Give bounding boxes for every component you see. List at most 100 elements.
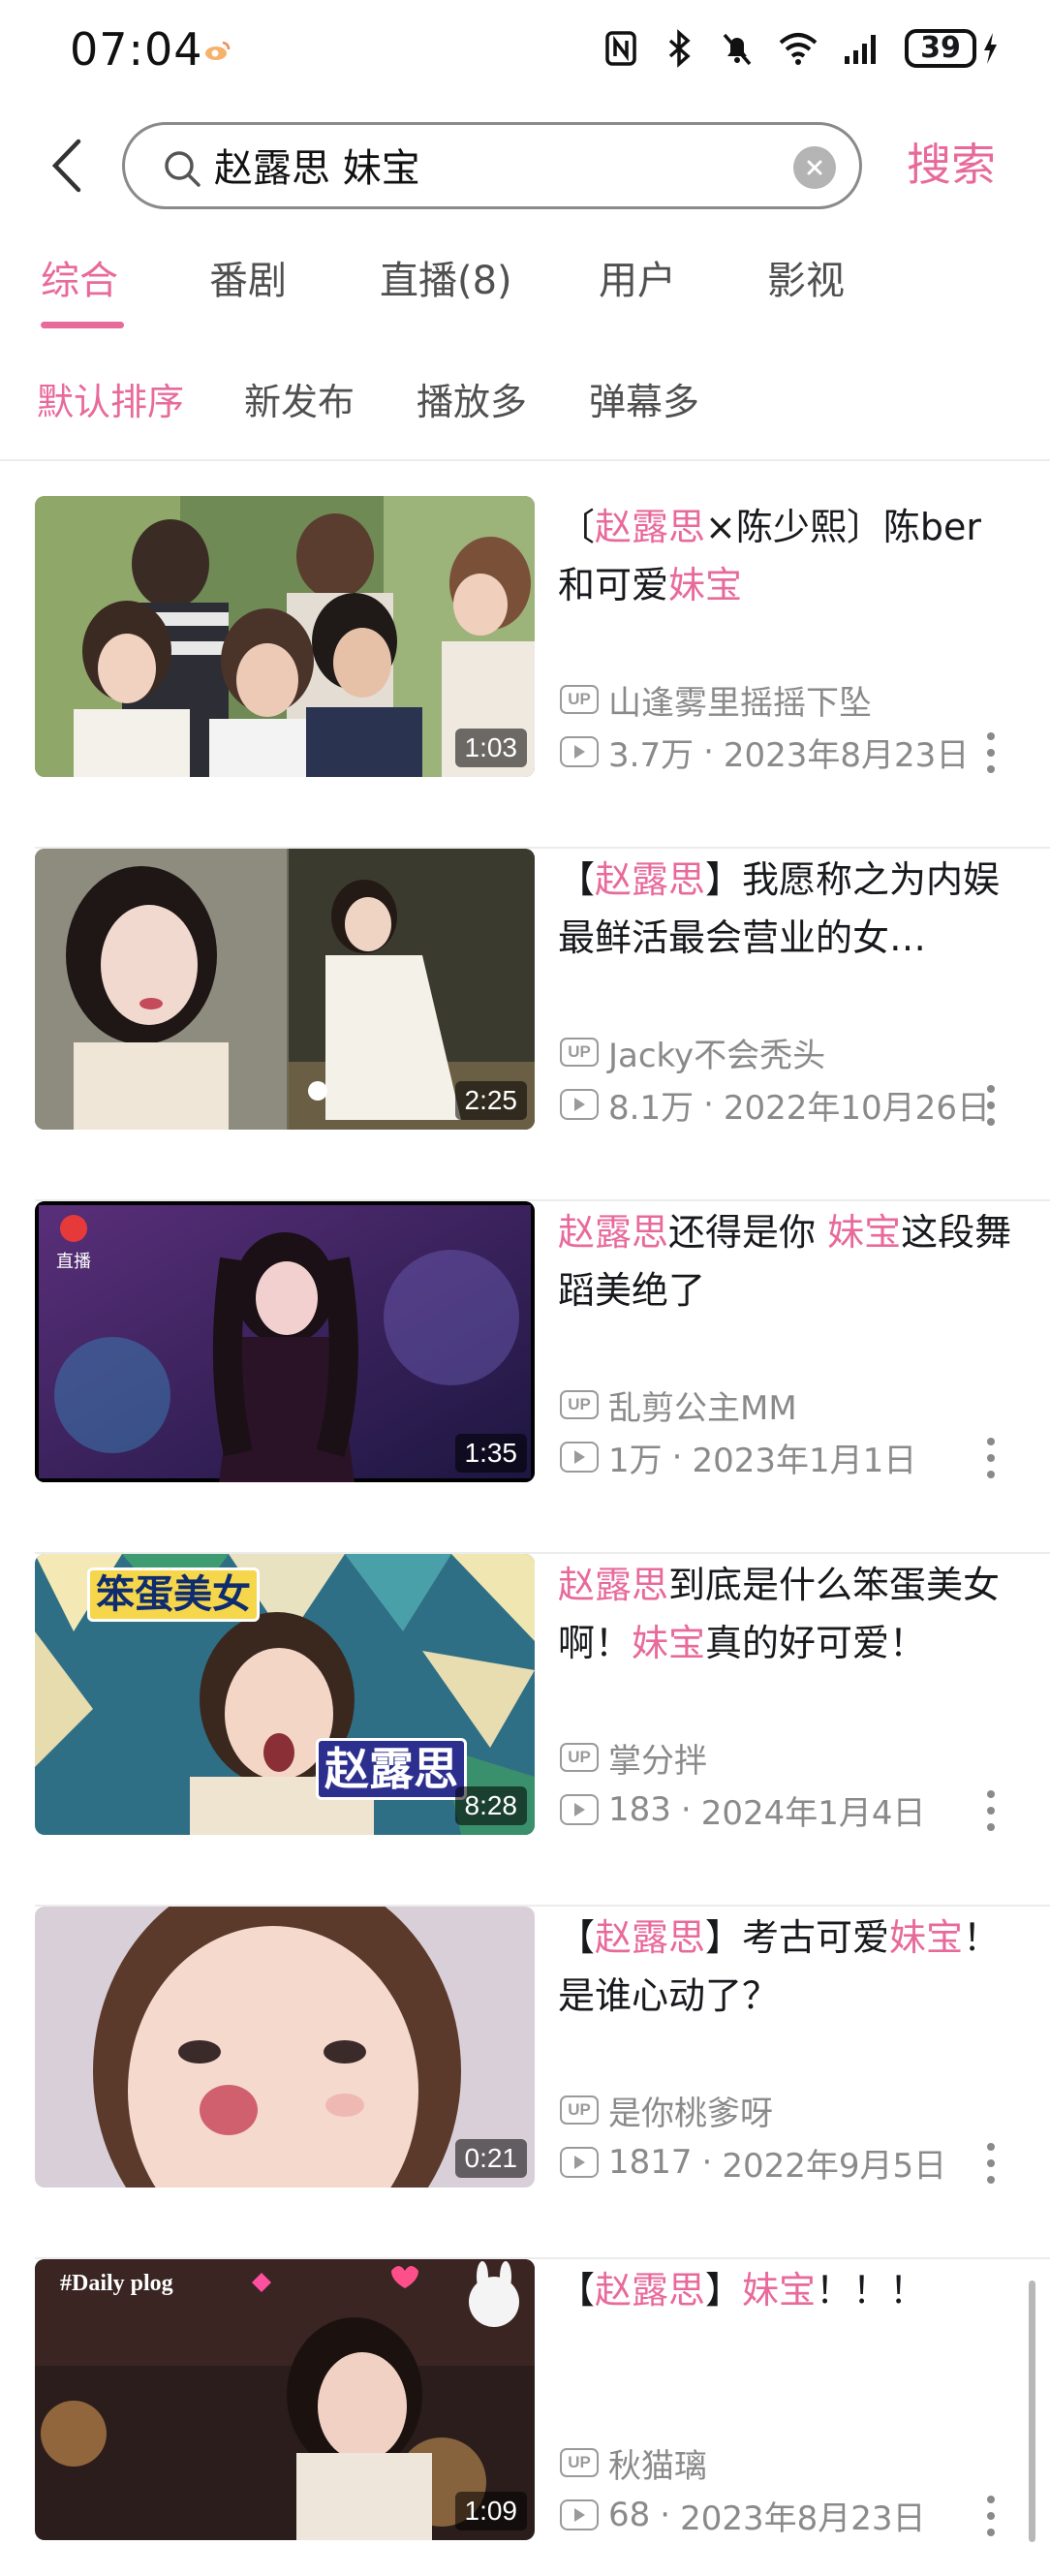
title-highlight: 妹宝	[668, 564, 743, 606]
wifi-icon	[779, 33, 818, 65]
uploader-name[interactable]: 乱剪公主MM	[608, 1381, 797, 1429]
video-duration: 0:21	[454, 2139, 527, 2178]
publish-date: 2023年1月1日	[692, 1441, 917, 1480]
play-count-icon	[560, 2499, 599, 2530]
video-thumbnail[interactable]: #Daily plog 1:09	[35, 2259, 535, 2540]
up-badge-icon: UP	[560, 1743, 599, 1772]
view-count: 3.7万	[608, 735, 695, 775]
clear-icon[interactable]	[793, 146, 836, 189]
result-item[interactable]: 1:03 〔赵露思×陈少熙〕陈ber和可爱妹宝 UP 山逢雾里摇摇下坠 3.7万…	[0, 496, 1050, 849]
battery-level: 39	[905, 29, 976, 68]
uploader-row[interactable]: UP 是你桃爹呀	[560, 2087, 773, 2134]
view-count: 68	[608, 2496, 651, 2534]
meta-separator: ·	[703, 1085, 714, 1124]
status-icons: 39	[602, 29, 1000, 68]
result-item[interactable]: 2:25 【赵露思】我愿称之为内娱最鲜活最会营业的女… UP Jacky不会秃头…	[0, 849, 1050, 1201]
result-item[interactable]: 0:21 【赵露思】考古可爱妹宝！是谁心动了？ UP 是你桃爹呀 1817 · …	[0, 1907, 1050, 2259]
thumbnail-caption: 赵露思	[316, 1738, 467, 1800]
tab-film[interactable]: 影视	[767, 254, 845, 308]
video-title[interactable]: 赵露思还得是你 妹宝这段舞蹈美绝了	[558, 1203, 1015, 1319]
uploader-name[interactable]: 是你桃爹呀	[608, 2087, 773, 2134]
more-options-icon[interactable]	[984, 2496, 998, 2536]
title-highlight: 妹宝	[889, 1916, 964, 1959]
more-options-icon[interactable]	[984, 732, 998, 773]
sort-most-danmaku[interactable]: 弹幕多	[589, 376, 699, 428]
publish-date: 2024年1月4日	[700, 1793, 926, 1833]
stats-row: 68 · 2023年8月23日	[560, 2494, 926, 2538]
meta-separator: ·	[680, 1790, 692, 1829]
uploader-row[interactable]: UP 乱剪公主MM	[560, 1381, 797, 1429]
video-thumbnail[interactable]: 笨蛋美女 赵露思 8:28	[35, 1554, 535, 1835]
signal-icon	[845, 35, 876, 64]
battery-icon: 39	[905, 29, 1000, 68]
title-highlight: 妹宝	[742, 2269, 817, 2312]
stats-row: 1817 · 2022年9月5日	[560, 2141, 946, 2186]
uploader-name[interactable]: 山逢雾里摇摇下坠	[608, 676, 872, 724]
video-thumbnail[interactable]: 1:03	[35, 496, 535, 777]
sort-most-played[interactable]: 播放多	[417, 376, 527, 428]
video-thumbnail[interactable]: 2:25	[35, 849, 535, 1130]
scrollbar[interactable]	[1029, 2281, 1035, 2542]
tab-all[interactable]: 综合	[41, 254, 118, 308]
status-bar: 07:04 39	[0, 0, 1050, 107]
title-highlight: 赵露思	[558, 1211, 669, 1254]
meta-separator: ·	[671, 1438, 683, 1476]
play-count-icon	[560, 1794, 599, 1825]
title-text: 〔	[558, 506, 596, 548]
view-count: 8.1万	[608, 1088, 695, 1128]
title-highlight: 妹宝	[827, 1211, 902, 1254]
up-badge-icon: UP	[560, 685, 599, 714]
tab-anime[interactable]: 番剧	[209, 254, 287, 308]
uploader-row[interactable]: UP 秋猫璃	[560, 2439, 707, 2487]
view-count: 1万	[608, 1441, 663, 1480]
uploader-row[interactable]: UP Jacky不会秃头	[560, 1029, 825, 1076]
title-text: 【	[558, 2269, 596, 2312]
video-title[interactable]: 赵露思到底是什么笨蛋美女啊！妹宝真的好可爱！	[558, 1556, 1015, 1672]
result-item[interactable]: 笨蛋美女 赵露思 8:28 赵露思到底是什么笨蛋美女啊！妹宝真的好可爱！ UP …	[0, 1554, 1050, 1907]
uploader-name[interactable]: 秋猫璃	[608, 2439, 707, 2487]
up-badge-icon: UP	[560, 2448, 599, 2477]
sort-options: 默认排序 新发布 播放多 弹幕多	[0, 376, 1050, 434]
more-options-icon[interactable]	[984, 1790, 998, 1831]
sort-newest[interactable]: 新发布	[244, 376, 355, 428]
play-count-icon	[560, 2147, 599, 2178]
video-title[interactable]: 〔赵露思×陈少熙〕陈ber和可爱妹宝	[558, 498, 1015, 614]
result-tabs: 综合 番剧 直播(8) 用户 影视	[0, 254, 1050, 331]
publish-date: 2023年8月23日	[680, 2498, 926, 2538]
uploader-row[interactable]: UP 山逢雾里摇摇下坠	[560, 676, 872, 724]
more-options-icon[interactable]	[984, 1085, 998, 1126]
result-item[interactable]: 直播 1:35 赵露思还得是你 妹宝这段舞蹈美绝了 UP 乱剪公主MM 1万 ·…	[0, 1201, 1050, 1554]
active-tab-indicator	[41, 322, 124, 328]
up-badge-icon: UP	[560, 2095, 599, 2125]
video-duration: 1:03	[454, 729, 527, 767]
uploader-row[interactable]: UP 掌分拌	[560, 1734, 707, 1782]
back-button[interactable]	[41, 132, 93, 200]
video-thumbnail[interactable]: 直播 1:35	[35, 1201, 535, 1482]
tab-users[interactable]: 用户	[599, 254, 676, 308]
uploader-name[interactable]: 掌分拌	[608, 1734, 707, 1782]
title-text: 还得是你	[668, 1211, 828, 1254]
charging-icon	[984, 33, 997, 64]
video-title[interactable]: 【赵露思】妹宝！！！	[558, 2261, 1015, 2319]
tab-live[interactable]: 直播(8)	[380, 254, 512, 308]
video-thumbnail[interactable]: 0:21	[35, 1907, 535, 2188]
video-title[interactable]: 【赵露思】我愿称之为内娱最鲜活最会营业的女…	[558, 851, 1015, 967]
search-input[interactable]: 赵露思 妹宝	[122, 122, 862, 209]
search-icon	[165, 151, 201, 187]
video-duration: 8:28	[454, 1786, 527, 1825]
search-query[interactable]: 赵露思 妹宝	[214, 142, 420, 195]
chevron-left-icon	[51, 139, 81, 193]
uploader-name[interactable]: Jacky不会秃头	[608, 1029, 825, 1076]
sort-default[interactable]: 默认排序	[37, 376, 184, 428]
view-count: 183	[608, 1790, 671, 1829]
video-title[interactable]: 【赵露思】考古可爱妹宝！是谁心动了？	[558, 1909, 1015, 2025]
title-highlight: 赵露思	[595, 1916, 706, 1959]
search-button[interactable]: 搜索	[907, 134, 996, 196]
more-options-icon[interactable]	[984, 1438, 998, 1478]
up-badge-icon: UP	[560, 1390, 599, 1419]
publish-date: 2022年10月26日	[723, 1088, 990, 1128]
play-count-icon	[560, 1442, 599, 1473]
more-options-icon[interactable]	[984, 2143, 998, 2184]
result-item[interactable]: #Daily plog 1:09 【赵露思】妹宝！！！ UP 秋猫璃 68 · …	[0, 2259, 1050, 2576]
video-duration: 1:09	[454, 2492, 527, 2530]
